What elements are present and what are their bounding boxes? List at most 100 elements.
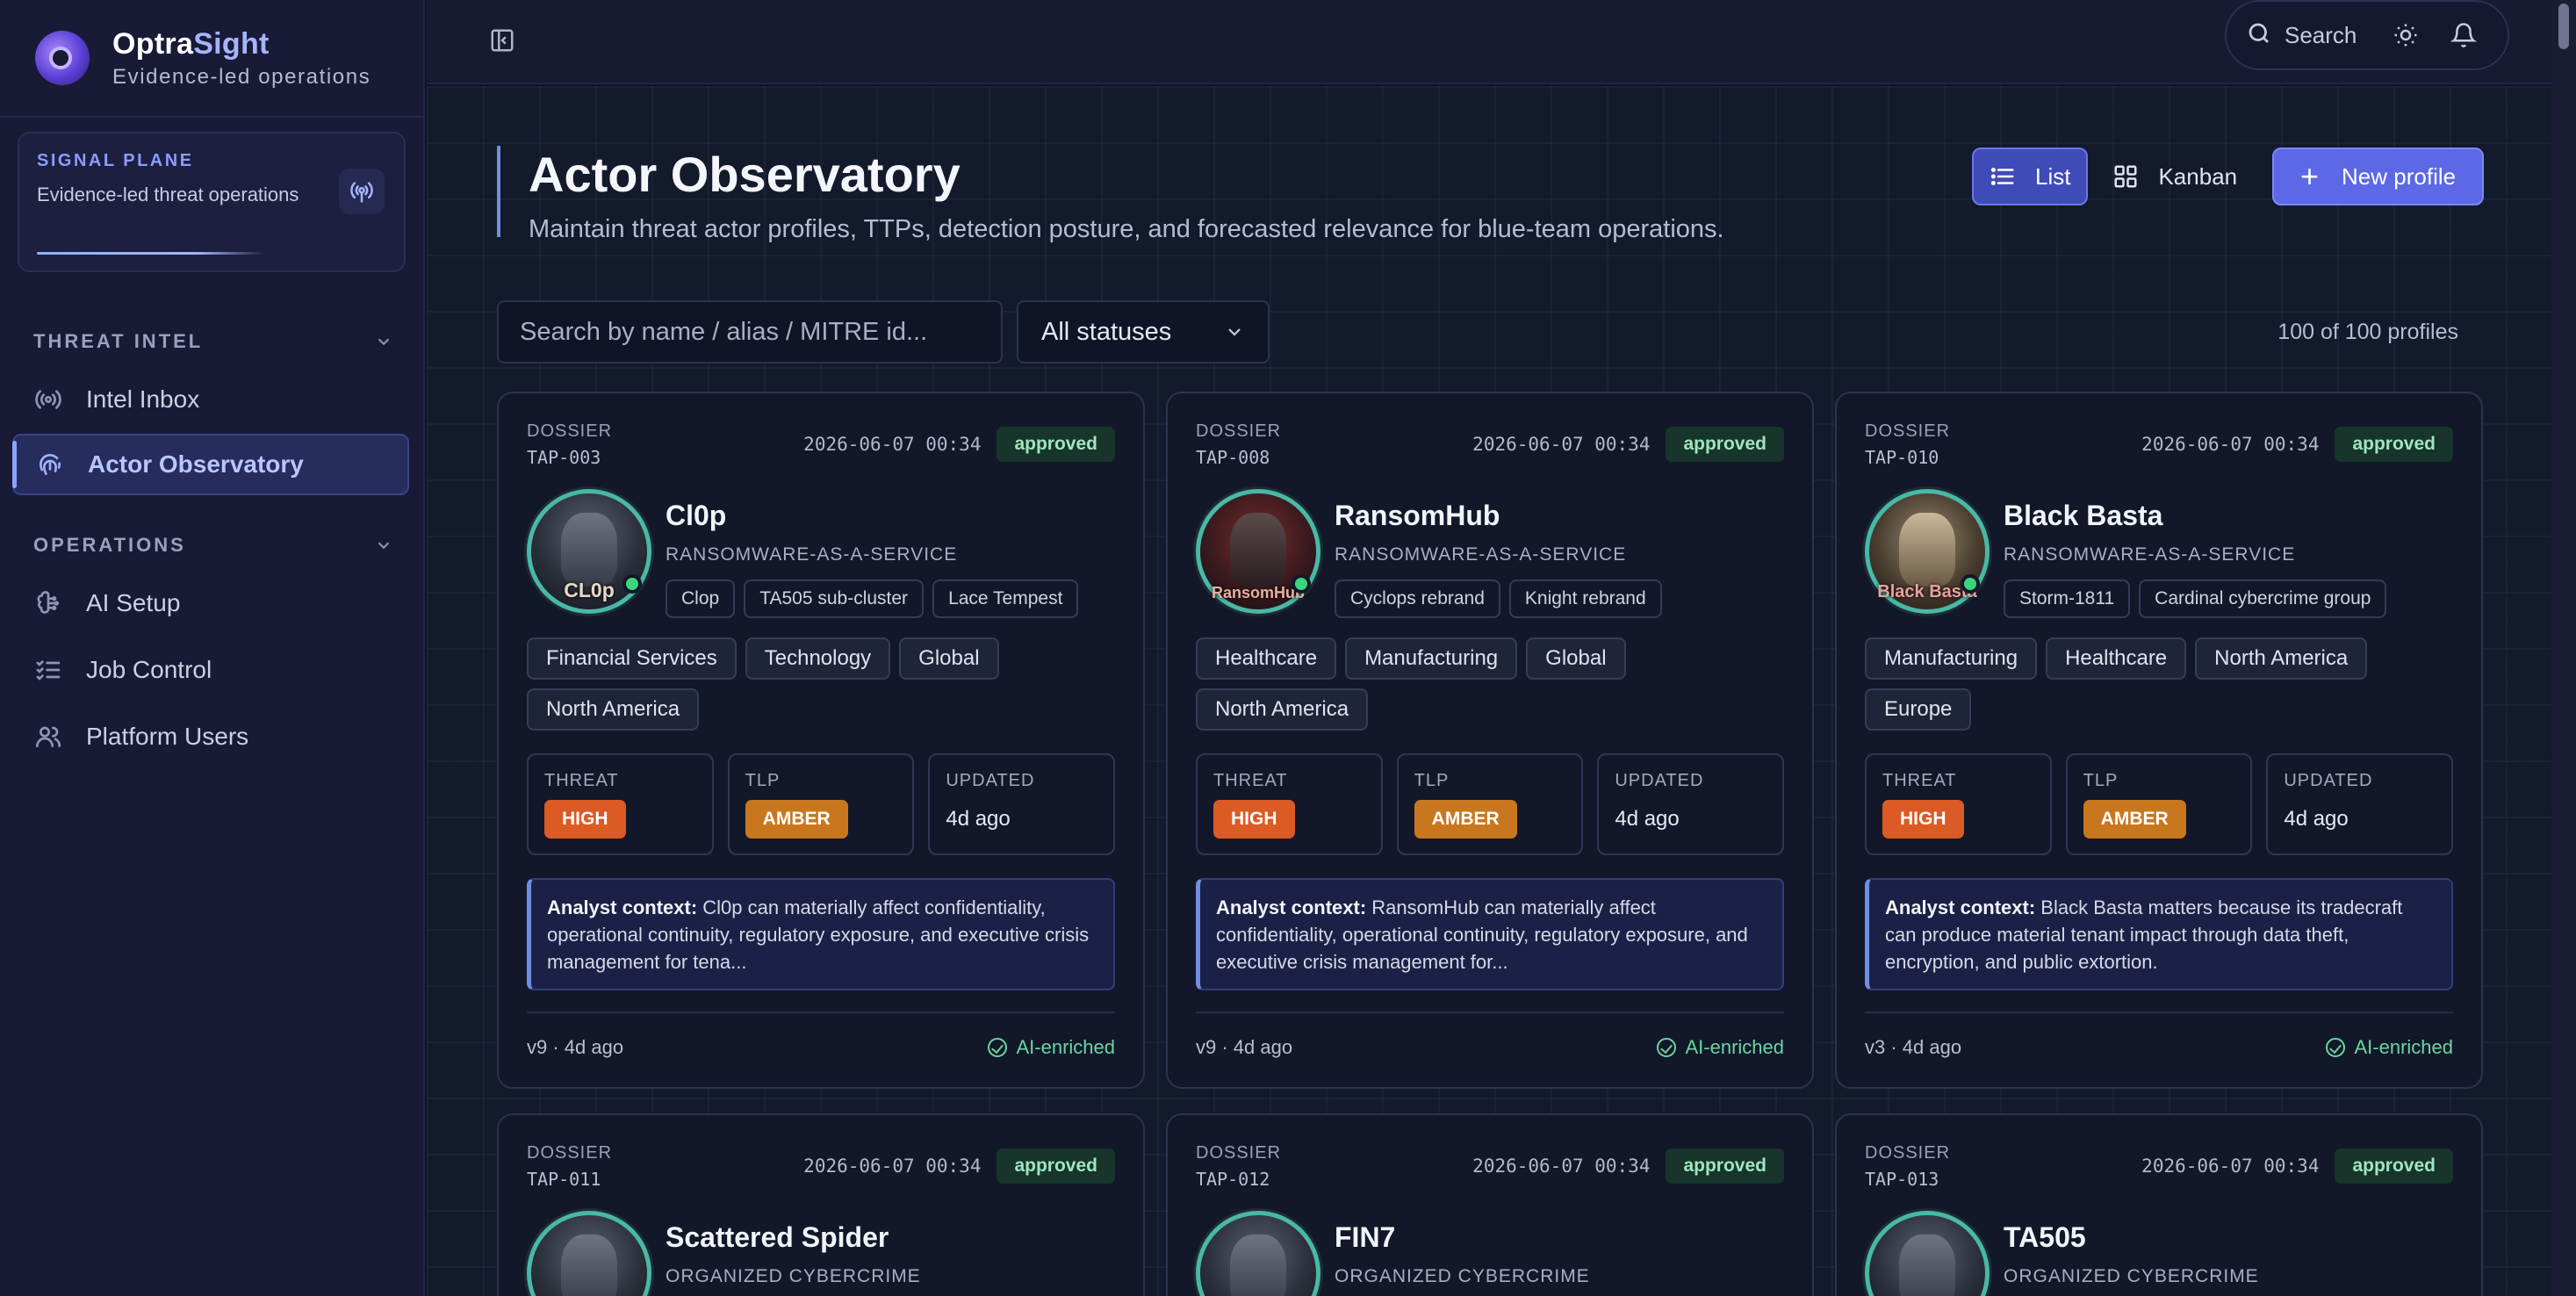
profile-count: 100 of 100 profiles xyxy=(2277,320,2458,344)
alias-tag: Knight rebrand xyxy=(1508,580,1662,618)
card-timestamp: 2026-06-07 00:34 xyxy=(2141,1156,2320,1177)
sector-tag: Healthcare xyxy=(1196,637,1337,680)
sector-tag: North America xyxy=(2195,637,2368,680)
new-profile-button[interactable]: + New profile xyxy=(2272,148,2485,205)
chevron-down-icon xyxy=(378,542,390,550)
updated-value: 4d ago xyxy=(2284,807,2349,831)
sidebar-item-ai-setup[interactable]: AI Setup xyxy=(12,572,409,634)
dossier-id: TAP-013 xyxy=(1865,1169,1939,1190)
users-icon xyxy=(33,722,63,752)
sidebar-item-label: AI Setup xyxy=(86,589,181,616)
sector-tag: Manufacturing xyxy=(1345,637,1518,680)
avatar: CL0p xyxy=(527,489,651,614)
sector-tag: Healthcare xyxy=(2046,637,2187,680)
sector-tag: Global xyxy=(1526,637,1626,680)
analyst-context: Analyst context: Cl0p can materially aff… xyxy=(527,878,1115,990)
actor-name: Scattered Spider xyxy=(666,1221,889,1253)
ai-enriched-badge: AI-enriched xyxy=(2326,1036,2453,1059)
threat-metric: THREAT HIGH xyxy=(1865,753,2052,855)
actor-card[interactable]: DOSSIER TAP-003 2026-06-07 00:34 approve… xyxy=(497,392,1145,1089)
actor-name: RansomHub xyxy=(1335,500,1500,531)
status-badge: approved xyxy=(1666,427,1784,462)
view-list-button[interactable]: List xyxy=(1972,148,2089,205)
sidebar-item-actor-observatory[interactable]: Actor Observatory xyxy=(12,434,409,495)
card-timestamp: 2026-06-07 00:34 xyxy=(803,434,982,455)
dossier-label: DOSSIER xyxy=(1865,1143,1951,1163)
avatar xyxy=(1196,1211,1320,1296)
analyst-context: Analyst context: Black Basta matters bec… xyxy=(1865,878,2453,990)
actor-card[interactable]: DOSSIER TAP-008 2026-06-07 00:34 approve… xyxy=(1166,392,1814,1089)
avatar xyxy=(527,1211,651,1296)
window-scrollbar[interactable] xyxy=(2551,0,2576,1296)
sidebar-item-job-control[interactable]: Job Control xyxy=(12,639,409,701)
tlp-badge: AMBER xyxy=(2083,800,2186,839)
sidebar-item-platform-users[interactable]: Platform Users xyxy=(12,706,409,767)
sector-tag: Europe xyxy=(1865,688,1972,731)
actor-card[interactable]: DOSSIER TAP-012 2026-06-07 00:34 approve… xyxy=(1166,1113,1814,1296)
status-badge: approved xyxy=(997,1148,1115,1184)
sidebar-item-label: Intel Inbox xyxy=(86,385,200,413)
section-threat-intel[interactable]: THREAT INTEL xyxy=(33,330,393,353)
dossier-label: DOSSIER xyxy=(1196,1143,1282,1163)
sidebar-item-label: Job Control xyxy=(86,656,212,683)
status-badge: approved xyxy=(1666,1148,1784,1184)
updated-metric: UPDATED 4d ago xyxy=(928,753,1116,855)
sector-tag: North America xyxy=(527,688,700,731)
alias-tag: Clop xyxy=(666,580,736,618)
sidebar: OptraSight Evidence-led operations SIGNA… xyxy=(0,0,425,1296)
status-filter-select[interactable]: All statuses xyxy=(1017,300,1270,364)
signal-plane-panel: SIGNAL PLANE Evidence-led threat operati… xyxy=(18,132,406,272)
brand-name: OptraSight xyxy=(112,26,270,61)
avatar: Black Basta xyxy=(1865,489,1990,614)
actor-card[interactable]: DOSSIER TAP-011 2026-06-07 00:34 approve… xyxy=(497,1113,1145,1296)
section-operations[interactable]: OPERATIONS xyxy=(33,534,393,557)
actor-category: RANSOMWARE-AS-A-SERVICE xyxy=(666,544,958,565)
dossier-id: TAP-003 xyxy=(527,447,601,468)
threat-metric: THREAT HIGH xyxy=(1196,753,1383,855)
sidebar-toggle-icon[interactable] xyxy=(485,23,520,58)
dossier-id: TAP-010 xyxy=(1865,447,1939,468)
card-version: v9 · 4d ago xyxy=(1196,1036,1293,1058)
theme-toggle-icon[interactable] xyxy=(2392,18,2420,53)
online-status-icon xyxy=(1961,574,1980,594)
broadcast-icon[interactable] xyxy=(339,169,385,214)
actor-card[interactable]: DOSSIER TAP-010 2026-06-07 00:34 approve… xyxy=(1835,392,2483,1089)
dossier-id: TAP-011 xyxy=(527,1169,601,1190)
actor-search-input[interactable]: Search by name / alias / MITRE id... xyxy=(497,300,1003,364)
sector-tag: Manufacturing xyxy=(1865,637,2038,680)
top-actions: Search xyxy=(2225,0,2509,70)
dossier-label: DOSSIER xyxy=(527,1143,613,1163)
actor-card[interactable]: DOSSIER TAP-013 2026-06-07 00:34 approve… xyxy=(1835,1113,2483,1296)
page-subtitle: Maintain threat actor profiles, TTPs, de… xyxy=(529,215,1724,243)
alias-tag: Storm-1811 xyxy=(2004,580,2131,618)
search-icon[interactable] xyxy=(2246,20,2272,51)
sector-tag: Financial Services xyxy=(527,637,737,680)
brand[interactable]: OptraSight Evidence-led operations xyxy=(0,0,423,118)
global-search-button[interactable]: Search xyxy=(2285,22,2357,49)
page-title: Actor Observatory xyxy=(529,147,961,202)
threat-level-badge: HIGH xyxy=(1213,800,1295,839)
sector-tag: North America xyxy=(1196,688,1369,731)
sidebar-item-label: Platform Users xyxy=(86,723,249,750)
alias-tag: Lace Tempest xyxy=(932,580,1079,618)
topbar: Search xyxy=(427,0,2576,84)
card-timestamp: 2026-06-07 00:34 xyxy=(1472,434,1651,455)
threat-metric: THREAT HIGH xyxy=(527,753,714,855)
sidebar-item-intel-inbox[interactable]: Intel Inbox xyxy=(12,369,409,430)
status-badge: approved xyxy=(997,427,1115,462)
alias-tag: Cardinal cybercrime group xyxy=(2139,580,2387,618)
status-badge: approved xyxy=(2335,427,2453,462)
actor-name: Black Basta xyxy=(2004,500,2163,531)
status-badge: approved xyxy=(2335,1148,2453,1184)
bell-icon[interactable] xyxy=(2450,18,2478,53)
check-circle-icon xyxy=(1657,1038,1677,1057)
ai-enriched-badge: AI-enriched xyxy=(1657,1036,1784,1059)
actor-name: Cl0p xyxy=(666,500,727,531)
dossier-label: DOSSIER xyxy=(527,421,613,441)
check-circle-icon xyxy=(2326,1038,2346,1057)
view-kanban-button[interactable]: Kanban xyxy=(2097,148,2253,205)
dossier-id: TAP-012 xyxy=(1196,1169,1270,1190)
actor-category: ORGANIZED CYBERCRIME xyxy=(2004,1266,2259,1286)
card-timestamp: 2026-06-07 00:34 xyxy=(1472,1156,1651,1177)
updated-metric: UPDATED 4d ago xyxy=(2266,753,2454,855)
